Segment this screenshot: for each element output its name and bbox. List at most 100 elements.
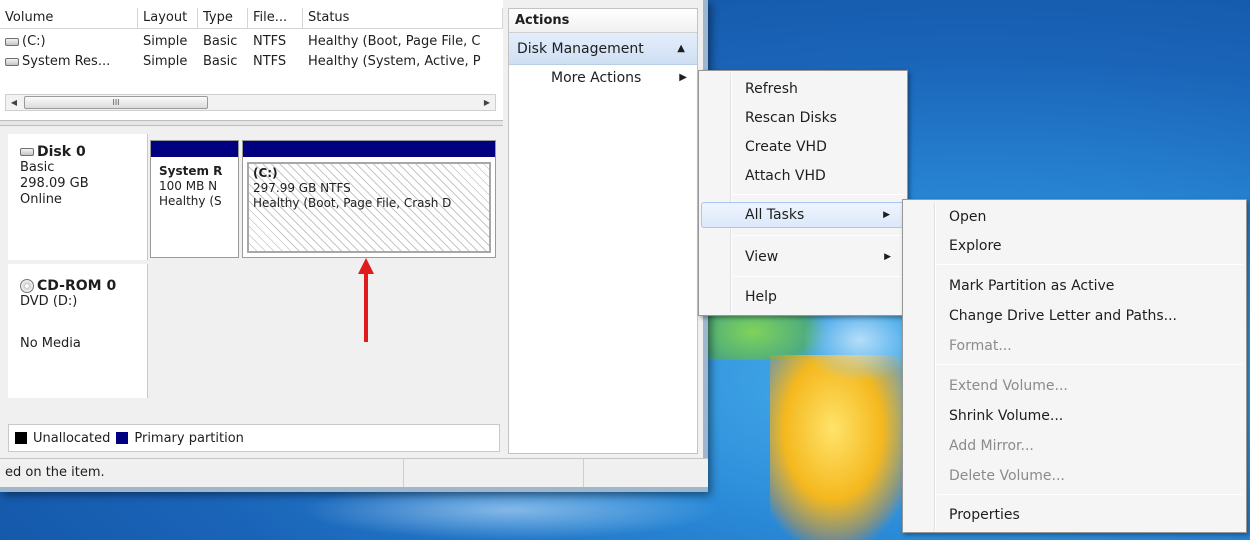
submenu-arrow-icon: ▶ (883, 210, 890, 220)
drive-icon (5, 37, 19, 46)
disk-management-window: Volume Layout Type File... Status (C:) S… (0, 0, 708, 492)
legend-swatch-unallocated (15, 432, 27, 444)
actions-pane: Actions Disk Management ▲ More Actions ▶ (508, 8, 698, 454)
menu-separator (733, 235, 904, 236)
partition-detail: 100 MB N (159, 179, 218, 193)
menu-item-refresh[interactable]: Refresh (701, 76, 905, 102)
more-actions-menu: Refresh Rescan Disks Create VHD Attach V… (698, 70, 908, 316)
partition-c[interactable]: (C:) 297.99 GB NTFS Healthy (Boot, Page … (242, 140, 496, 258)
status-text: ed on the item. (0, 459, 404, 487)
volume-list-horizontal-scrollbar[interactable]: ◀ III ▶ (5, 94, 496, 111)
all-tasks-menu: Open Explore Mark Partition as Active Ch… (902, 199, 1247, 533)
menu-item-change-drive-letter[interactable]: Change Drive Letter and Paths... (905, 303, 1244, 329)
disk-0-type: Basic (20, 160, 55, 175)
menu-item-all-tasks[interactable]: All Tasks ▶ (701, 202, 905, 228)
partition-system-reserved-body: System R 100 MB N Healthy (S (155, 162, 234, 253)
collapse-triangle-icon[interactable]: ▲ (677, 33, 685, 65)
wallpaper-yellow-accent (770, 355, 910, 540)
menu-item-extend-volume: Extend Volume... (949, 378, 1068, 394)
volume-cell-filesystem: NTFS (253, 34, 287, 49)
menu-separator (937, 264, 1243, 265)
disk-0-title-text: Disk 0 (37, 144, 86, 160)
graphical-disk-view: Disk 0 Basic 298.09 GB Online System R 1… (0, 126, 503, 458)
volume-cell-filesystem: NTFS (253, 54, 287, 69)
menu-separator (733, 276, 904, 277)
partition-name: System R (159, 164, 223, 178)
volume-cell-type: Basic (203, 34, 238, 49)
menu-item-rescan-disks[interactable]: Rescan Disks (701, 105, 905, 131)
menu-item-explore[interactable]: Explore (905, 233, 1244, 259)
menu-item-add-mirror: Add Mirror... (949, 438, 1034, 454)
legend-primary-label: Primary partition (134, 430, 244, 446)
legend-unallocated-label: Unallocated (33, 430, 111, 446)
disk-icon (20, 148, 34, 156)
disk-legend: Unallocated Primary partition (8, 424, 500, 452)
status-segment-2 (404, 459, 584, 487)
menu-separator (733, 194, 904, 195)
submenu-arrow-icon: ▶ (884, 252, 891, 262)
menu-item-mark-partition-active[interactable]: Mark Partition as Active (905, 273, 1244, 299)
status-bar: ed on the item. (0, 458, 708, 487)
partition-name: (C:) (253, 166, 278, 180)
scroll-right-arrow-icon[interactable]: ▶ (479, 95, 495, 110)
column-header-type[interactable]: Type (198, 8, 248, 29)
disk-0-title: Disk 0 (8, 144, 147, 160)
cdrom-0-title-text: CD-ROM 0 (37, 278, 117, 294)
volume-cell-layout: Simple (143, 54, 188, 69)
more-actions-item[interactable]: More Actions ▶ (509, 65, 697, 91)
volume-and-disk-pane: Volume Layout Type File... Status (C:) S… (0, 0, 503, 458)
menu-item-open[interactable]: Open (905, 204, 1244, 230)
volume-cell-name: System Res... (0, 52, 138, 72)
red-annotation-arrow (358, 258, 374, 342)
actions-pane-title: Actions (509, 9, 697, 33)
more-actions-label: More Actions (551, 70, 642, 86)
drive-icon (5, 57, 19, 66)
menu-item-create-vhd[interactable]: Create VHD (701, 134, 905, 160)
partition-status: Healthy (Boot, Page File, Crash D (253, 196, 452, 210)
menu-separator (937, 364, 1243, 365)
volume-row-c[interactable]: (C:) Simple Basic NTFS Healthy (Boot, Pa… (0, 32, 503, 52)
disk-0-info[interactable]: Disk 0 Basic 298.09 GB Online (8, 134, 148, 260)
volume-list-header: Volume Layout Type File... Status (0, 8, 503, 29)
column-header-status[interactable]: Status (303, 8, 503, 29)
submenu-arrow-icon: ▶ (679, 72, 687, 83)
partition-c-body-selected: (C:) 297.99 GB NTFS Healthy (Boot, Page … (247, 162, 491, 253)
menu-item-shrink-volume[interactable]: Shrink Volume... (905, 403, 1244, 429)
menu-item-attach-vhd[interactable]: Attach VHD (701, 163, 905, 189)
menu-item-delete-volume: Delete Volume... (949, 468, 1065, 484)
cdrom-icon (20, 279, 34, 293)
volume-cell-status: Healthy (Boot, Page File, C (308, 34, 481, 49)
column-header-volume[interactable]: Volume (0, 8, 138, 29)
menu-item-help[interactable]: Help (701, 284, 905, 310)
partition-header-bar (151, 141, 238, 157)
partition-header-bar (243, 141, 495, 157)
actions-group-disk-management[interactable]: Disk Management ▲ (509, 33, 697, 65)
volume-cell-name: (C:) (0, 32, 138, 52)
menu-item-all-tasks-label: All Tasks (745, 207, 805, 223)
disk-0-size: 298.09 GB (20, 176, 89, 191)
partition-system-reserved[interactable]: System R 100 MB N Healthy (S (150, 140, 239, 258)
volume-name-text: (C:) (22, 34, 46, 49)
menu-item-view-label: View (745, 249, 779, 265)
volume-row-system-reserved[interactable]: System Res... Simple Basic NTFS Healthy … (0, 52, 503, 72)
partition-detail: 297.99 GB NTFS (253, 181, 351, 195)
menu-item-view[interactable]: View ▶ (701, 244, 905, 270)
disk-0-state: Online (20, 192, 62, 207)
legend-swatch-primary (116, 432, 129, 444)
cdrom-0-info[interactable]: CD-ROM 0 DVD (D:) No Media (8, 264, 148, 398)
cdrom-0-media: No Media (20, 336, 81, 351)
cdrom-0-title: CD-ROM 0 (8, 278, 147, 294)
scrollbar-thumb[interactable]: III (24, 96, 208, 109)
scroll-left-arrow-icon[interactable]: ◀ (6, 95, 22, 110)
menu-item-format: Format... (949, 338, 1012, 354)
menu-separator (937, 494, 1243, 495)
column-header-filesystem[interactable]: File... (248, 8, 303, 29)
volume-cell-status: Healthy (System, Active, P (308, 54, 481, 69)
status-segment-3 (584, 459, 699, 487)
volume-cell-type: Basic (203, 54, 238, 69)
column-header-layout[interactable]: Layout (138, 8, 198, 29)
menu-item-properties[interactable]: Properties (905, 502, 1244, 528)
actions-group-label: Disk Management (517, 41, 644, 57)
volume-cell-layout: Simple (143, 34, 188, 49)
cdrom-0-drive: DVD (D:) (20, 294, 78, 309)
